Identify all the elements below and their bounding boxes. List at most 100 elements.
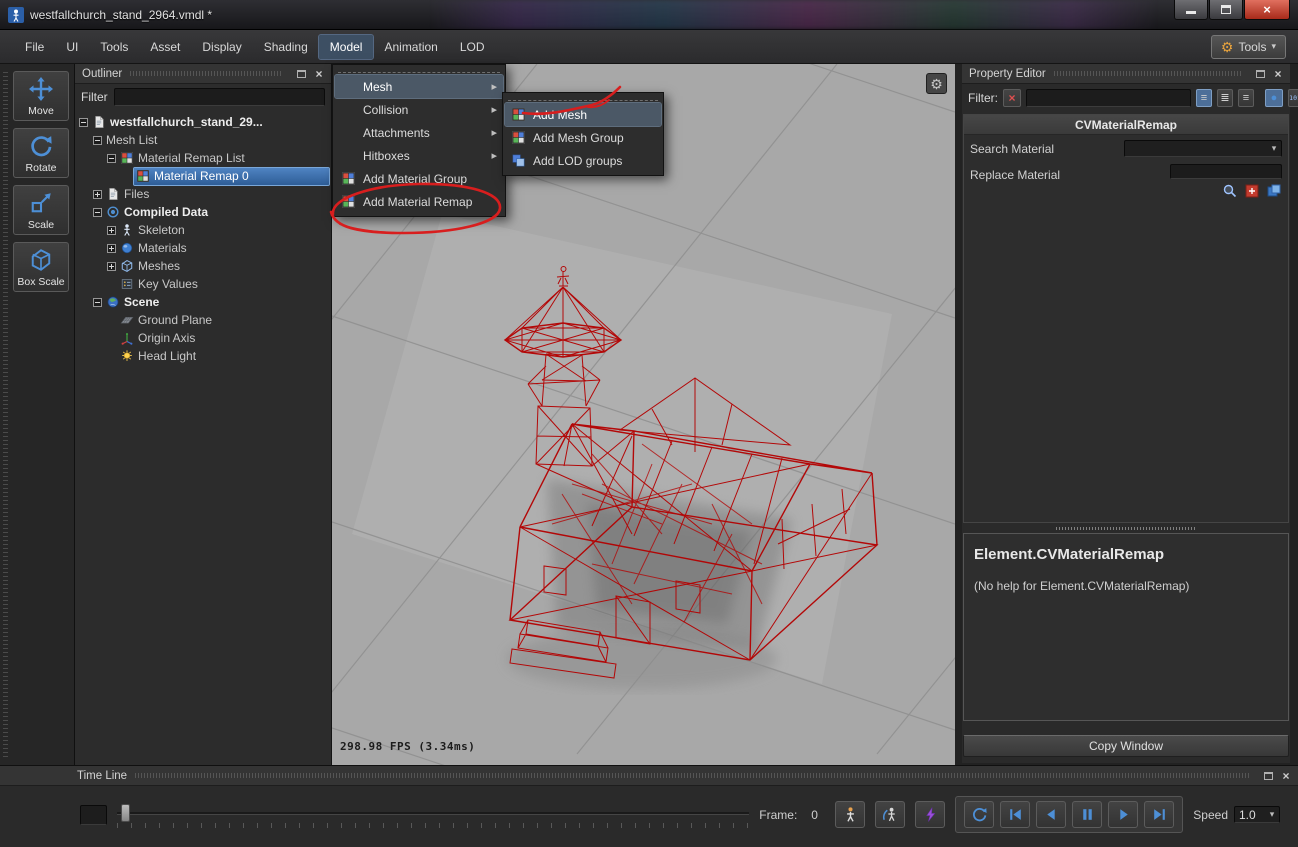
- expander-icon[interactable]: [93, 298, 102, 307]
- class-header: CVMaterialRemap: [964, 115, 1288, 135]
- expander-icon[interactable]: [107, 244, 116, 253]
- tree-item-compiled-data[interactable]: Compiled Data: [75, 203, 331, 221]
- tree-item-material-remap-0[interactable]: Material Remap 0: [75, 167, 331, 185]
- remove-material-icon[interactable]: [1244, 183, 1260, 199]
- float-panel-button[interactable]: [1252, 66, 1268, 81]
- menu-item-attachments[interactable]: Attachments ▸: [335, 121, 503, 144]
- timeline-titlebar[interactable]: Time Line ×: [0, 766, 1298, 786]
- menu-model[interactable]: Model: [319, 35, 374, 59]
- copy-window-button[interactable]: Copy Window: [963, 735, 1289, 757]
- window-titlebar[interactable]: westfallchurch_stand_2964.vmdl * ×: [0, 0, 1298, 30]
- outliner-filter-input[interactable]: [114, 88, 325, 106]
- float-panel-button[interactable]: [1260, 768, 1276, 783]
- menu-animation[interactable]: Animation: [373, 35, 448, 59]
- menu-item-collision[interactable]: Collision ▸: [335, 98, 503, 121]
- preview-sphere-button[interactable]: ●: [1265, 89, 1283, 107]
- motion-tool-button[interactable]: [875, 801, 905, 828]
- list-view-button[interactable]: ≡: [1196, 89, 1212, 107]
- menu-tools[interactable]: Tools: [89, 35, 139, 59]
- tools-dropdown-button[interactable]: ⚙ Tools ▾: [1211, 35, 1286, 59]
- tree-item-scene[interactable]: Scene: [75, 293, 331, 311]
- property-editor-titlebar[interactable]: Property Editor ×: [962, 64, 1290, 84]
- menu-item-add-lod-groups[interactable]: Add LOD groups: [505, 149, 661, 172]
- selected-row-highlight[interactable]: Material Remap 0: [134, 168, 329, 185]
- box-scale-tool-button[interactable]: Box Scale: [13, 242, 69, 292]
- go-to-start-button[interactable]: [1000, 801, 1030, 828]
- search-material-icon[interactable]: [1222, 183, 1238, 199]
- tree-item-material-remap-list[interactable]: Material Remap List: [75, 149, 331, 167]
- menu-item-add-mesh[interactable]: Add Mesh: [505, 103, 661, 126]
- step-back-button[interactable]: [1036, 801, 1066, 828]
- tree-view-button[interactable]: ≡: [1238, 89, 1254, 107]
- menu-item-add-material-remap[interactable]: Add Material Remap: [335, 190, 503, 213]
- tree-item-materials[interactable]: Materials: [75, 239, 331, 257]
- frame-value: 0: [811, 808, 825, 822]
- menu-file[interactable]: File: [14, 35, 55, 59]
- expander-icon[interactable]: [93, 190, 102, 199]
- tree-item-origin-axis[interactable]: Origin Axis: [75, 329, 331, 347]
- origin-axis-icon: [120, 331, 134, 345]
- menu-item-mesh[interactable]: Mesh ▸: [335, 75, 503, 98]
- clear-filter-button[interactable]: ×: [1003, 89, 1021, 107]
- files-icon: [106, 187, 120, 201]
- property-filter-input[interactable]: [1026, 89, 1191, 107]
- rotate-tool-button[interactable]: Rotate: [13, 128, 69, 178]
- outliner-titlebar[interactable]: Outliner ×: [75, 64, 331, 84]
- menu-lod[interactable]: LOD: [449, 35, 496, 59]
- expander-icon[interactable]: [79, 118, 88, 127]
- minimize-button[interactable]: [1174, 0, 1208, 20]
- submenu-arrow-icon: ▸: [477, 149, 497, 162]
- paste-material-icon[interactable]: [1266, 183, 1282, 199]
- float-panel-button[interactable]: [293, 66, 309, 81]
- close-panel-button[interactable]: ×: [311, 66, 327, 81]
- close-window-button[interactable]: ×: [1244, 0, 1290, 20]
- speed-combo[interactable]: 1.0 ▾: [1234, 806, 1280, 823]
- search-material-combo[interactable]: ▾: [1124, 140, 1282, 157]
- menu-tearoff-handle[interactable]: [508, 95, 658, 101]
- play-button[interactable]: [1108, 801, 1138, 828]
- procedural-tool-button[interactable]: [915, 801, 945, 828]
- menu-asset[interactable]: Asset: [139, 35, 191, 59]
- menu-ui[interactable]: UI: [55, 35, 89, 59]
- tree-item-ground-plane[interactable]: Ground Plane: [75, 311, 331, 329]
- pose-tool-button[interactable]: [835, 801, 865, 828]
- raw-data-button[interactable]: 1010: [1288, 89, 1298, 107]
- menu-item-add-material-group[interactable]: Add Material Group: [335, 167, 503, 190]
- tree-item-mesh-list[interactable]: Mesh List: [75, 131, 331, 149]
- expander-icon[interactable]: [93, 136, 102, 145]
- menu-tearoff-handle[interactable]: [338, 67, 500, 73]
- maximize-button[interactable]: [1209, 0, 1243, 20]
- scale-tool-button[interactable]: Scale: [13, 185, 69, 235]
- tree-item-root[interactable]: westfallchurch_stand_29...: [75, 113, 331, 131]
- panel-splitter[interactable]: [962, 523, 1290, 533]
- replace-material-input[interactable]: [1170, 164, 1282, 179]
- go-to-end-button[interactable]: [1144, 801, 1174, 828]
- dock-grip: [130, 71, 283, 76]
- move-tool-button[interactable]: Move: [13, 71, 69, 121]
- detail-view-button[interactable]: ≣: [1217, 89, 1233, 107]
- expander-icon[interactable]: [107, 226, 116, 235]
- fps-counter: 298.98 FPS (3.34ms): [340, 740, 475, 753]
- slider-handle[interactable]: [121, 804, 130, 822]
- menu-display[interactable]: Display: [191, 35, 252, 59]
- expander-icon[interactable]: [93, 208, 102, 217]
- expander-icon[interactable]: [107, 154, 116, 163]
- menu-item-add-mesh-group[interactable]: Add Mesh Group: [505, 126, 661, 149]
- pause-button[interactable]: [1072, 801, 1102, 828]
- loop-button[interactable]: [964, 801, 994, 828]
- slider-groove[interactable]: [117, 812, 749, 815]
- menu-shading[interactable]: Shading: [253, 35, 319, 59]
- tree-item-key-values[interactable]: Key Values: [75, 275, 331, 293]
- tree-item-meshes[interactable]: Meshes: [75, 257, 331, 275]
- frame-display[interactable]: [80, 805, 107, 825]
- timeline-slider[interactable]: [117, 802, 749, 828]
- menu-item-hitboxes[interactable]: Hitboxes ▸: [335, 144, 503, 167]
- tree-item-head-light[interactable]: Head Light: [75, 347, 331, 365]
- viewport-settings-button[interactable]: ⚙: [926, 73, 947, 94]
- close-panel-button[interactable]: ×: [1270, 66, 1286, 81]
- tree-item-skeleton[interactable]: Skeleton: [75, 221, 331, 239]
- tree-item-files[interactable]: Files: [75, 185, 331, 203]
- close-panel-button[interactable]: ×: [1278, 768, 1294, 783]
- submenu-arrow-icon: ▸: [477, 126, 497, 139]
- expander-icon[interactable]: [107, 262, 116, 271]
